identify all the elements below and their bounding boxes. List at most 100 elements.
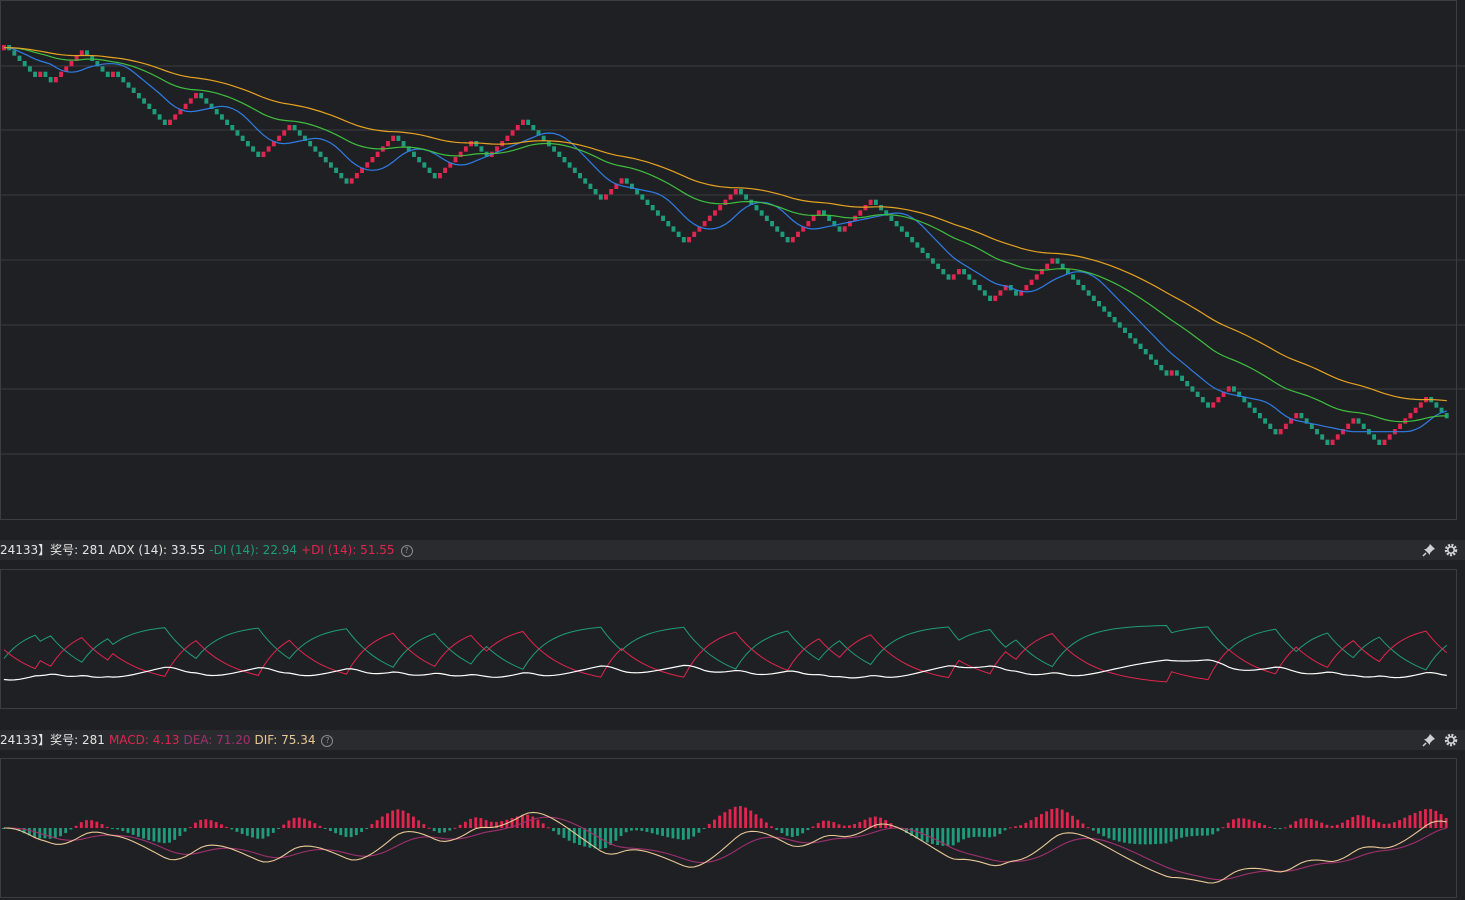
renko-brick: [1195, 391, 1200, 397]
renko-brick: [1076, 279, 1081, 285]
renko-brick: [313, 146, 318, 152]
macd-histogram-bar: [1226, 822, 1230, 828]
macd-histogram-bar: [536, 819, 540, 828]
macd-histogram-bar: [1366, 817, 1370, 828]
macd-histogram-bar: [713, 819, 716, 828]
renko-brick: [1081, 285, 1086, 291]
macd-histogram-bar: [1361, 815, 1365, 828]
gear-icon[interactable]: [1444, 543, 1458, 557]
renko-brick: [173, 114, 178, 120]
macd-histogram-bar: [842, 825, 846, 828]
renko-brick: [85, 50, 89, 56]
macd-histogram-bar: [303, 818, 306, 828]
macd-histogram-bar: [1107, 828, 1111, 839]
macd-histogram-bar: [1403, 817, 1407, 828]
macd-histogram-bar: [1138, 828, 1142, 845]
renko-brick: [806, 221, 811, 227]
macd-histogram-bar: [1123, 828, 1126, 843]
macd-histogram-bar: [437, 828, 441, 833]
macd-histogram-bar: [552, 828, 555, 832]
macd-histogram-bar: [1133, 828, 1137, 844]
renko-brick: [894, 221, 899, 227]
macd-histogram-bar: [142, 828, 145, 839]
renko-brick: [136, 93, 141, 99]
renko-brick: [993, 295, 998, 301]
renko-brick: [759, 210, 764, 216]
macd-histogram-bar: [245, 828, 249, 836]
macd-histogram-bar: [183, 828, 187, 832]
renko-brick: [1014, 290, 1018, 296]
macd-chart[interactable]: [0, 750, 1465, 900]
pin-icon[interactable]: [1422, 543, 1436, 557]
renko-brick: [1252, 407, 1257, 413]
macd-histogram-bar: [1263, 824, 1267, 828]
macd-histogram-bar: [1065, 812, 1069, 828]
macd-histogram-bar: [853, 823, 856, 828]
renko-brick: [1112, 317, 1117, 323]
renko-brick: [437, 173, 442, 179]
renko-brick: [126, 82, 131, 88]
macd-histogram-bar: [323, 828, 327, 829]
renko-brick: [718, 205, 723, 211]
adx-chart[interactable]: [0, 560, 1465, 710]
pin-icon[interactable]: [1422, 733, 1436, 747]
macd-histogram-bar: [1185, 828, 1189, 837]
macd-histogram-bar: [572, 828, 576, 844]
renko-brick: [790, 237, 795, 243]
macd-histogram-bar: [432, 828, 436, 832]
macd-histogram-bar: [998, 828, 1002, 834]
macd-histogram-bar: [977, 828, 981, 837]
macd-histogram-bar: [396, 809, 400, 828]
macd-histogram-bar: [266, 828, 270, 837]
renko-brick: [110, 71, 115, 77]
renko-brick: [567, 162, 572, 168]
renko-brick: [681, 237, 686, 243]
gear-icon[interactable]: [1444, 733, 1458, 747]
macd-histogram-bar: [1195, 828, 1199, 836]
renko-brick: [463, 146, 468, 152]
macd-histogram-bar: [1356, 815, 1360, 828]
macd-histogram-bar: [422, 824, 426, 828]
renko-brick: [1294, 413, 1299, 419]
renko-brick: [1398, 423, 1402, 429]
renko-brick: [982, 290, 987, 296]
renko-brick: [22, 61, 27, 67]
help-icon[interactable]: ?: [400, 544, 413, 557]
renko-brick: [661, 215, 666, 221]
renko-brick: [230, 125, 235, 131]
macd-histogram-bar: [370, 824, 374, 828]
renko-brick: [733, 189, 738, 195]
renko-brick: [90, 55, 95, 61]
macd-histogram-bar: [988, 828, 991, 838]
adx-pane[interactable]: [0, 560, 1465, 710]
macd-histogram-bar: [1154, 828, 1158, 845]
adx-legend-bar: 24133】奖号: 281 ADX (14): 33.55 -DI (14): 22…: [0, 540, 1465, 560]
macd-histogram-bar: [1206, 828, 1209, 836]
ma-mid-line: [3, 47, 1447, 423]
macd-histogram-bar: [1050, 808, 1054, 828]
renko-brick: [1123, 327, 1127, 333]
macd-histogram-bar: [469, 818, 472, 828]
renko-chart[interactable]: [0, 0, 1465, 520]
renko-brick: [365, 162, 370, 168]
macd-histogram-bar: [79, 822, 83, 828]
macd-pane[interactable]: [0, 750, 1465, 900]
macd-histogram-bar: [1086, 827, 1090, 829]
renko-brick: [1128, 333, 1133, 339]
macd-histogram-bar: [1071, 815, 1074, 828]
macd-histogram-bar: [806, 828, 810, 831]
macd-histogram-bar: [1289, 824, 1292, 828]
help-icon[interactable]: ?: [321, 734, 334, 747]
macd-histogram-bar: [827, 820, 831, 828]
macd-histogram-bar: [801, 828, 805, 834]
renko-brick: [811, 215, 816, 221]
price-pane[interactable]: [0, 0, 1465, 520]
renko-brick: [1200, 397, 1205, 403]
renko-brick: [219, 114, 224, 120]
renko-brick: [598, 194, 603, 200]
macd-histogram-bar: [614, 828, 618, 841]
renko-brick: [687, 237, 691, 243]
renko-brick: [521, 119, 525, 125]
macd-histogram-bar: [308, 820, 312, 828]
renko-brick: [1377, 439, 1382, 445]
